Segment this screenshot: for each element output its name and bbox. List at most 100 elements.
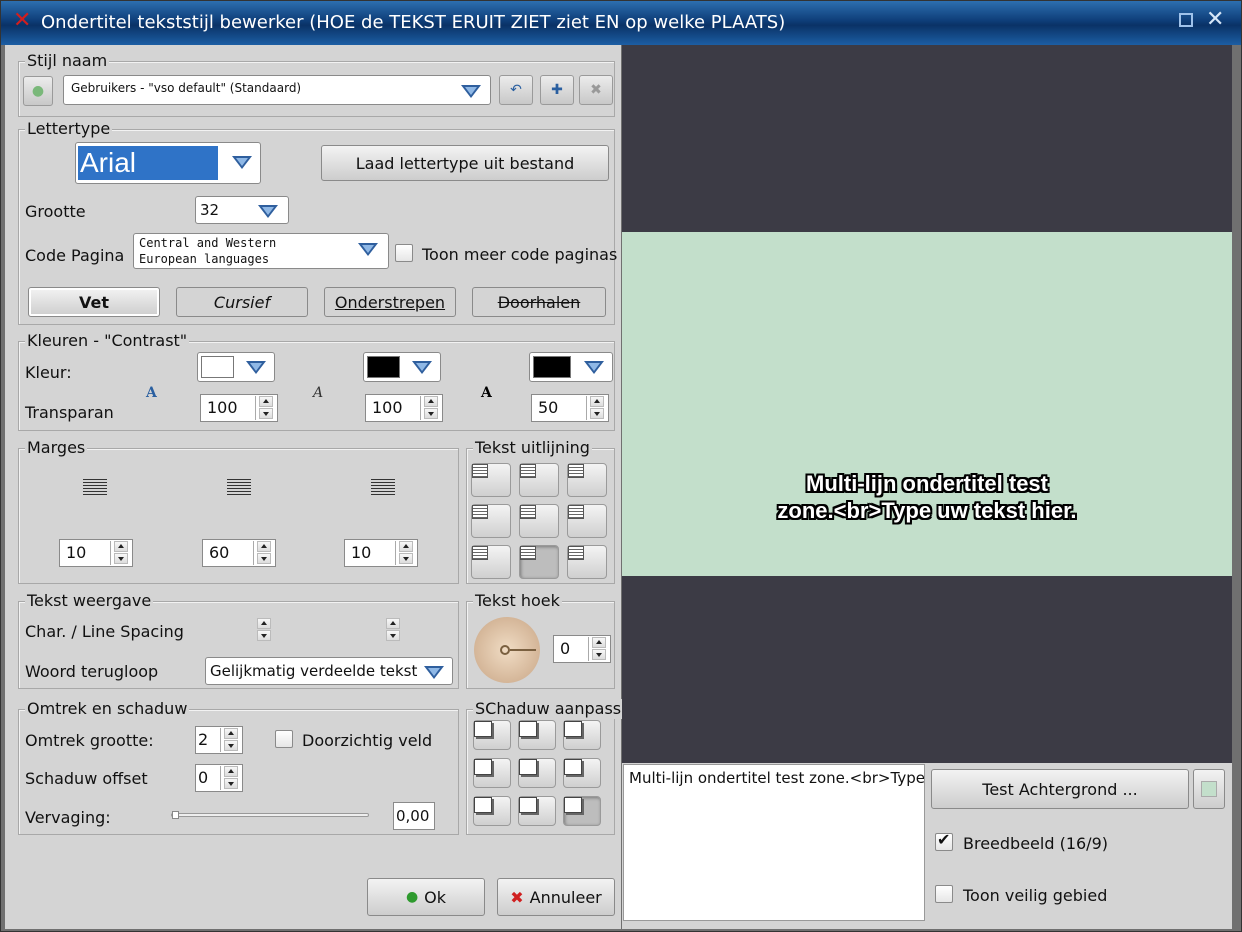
shadow-middle-right-button[interactable]	[563, 758, 601, 788]
ok-label: Ok	[424, 887, 447, 907]
color-label: Kleur:	[25, 363, 72, 382]
right-margin-value: 10	[351, 543, 372, 562]
align-top-left-button[interactable]	[471, 463, 511, 497]
text-transparency-input[interactable]: 100	[200, 394, 278, 422]
angle-group: Tekst hoek 0	[466, 591, 615, 689]
shadow-transparency-value: 50	[538, 398, 559, 417]
maximize-icon[interactable]	[1179, 13, 1193, 27]
shadow-color-swatch	[533, 356, 571, 378]
shadow-middle-center-button[interactable]	[518, 758, 556, 788]
align-middle-left-button[interactable]	[471, 504, 511, 538]
align-bottom-center-button[interactable]	[519, 545, 559, 579]
outline-size-input[interactable]: 2	[195, 726, 243, 754]
chevron-down-icon	[583, 360, 605, 376]
load-font-button[interactable]: Laad lettertype uit bestand	[321, 145, 609, 181]
transparent-field-checkbox[interactable]	[275, 730, 293, 748]
spin-buttons[interactable]	[395, 541, 415, 565]
shadow-offset-input[interactable]: 0	[195, 764, 243, 792]
codepage-select[interactable]: Central and Western European languages	[133, 233, 389, 269]
shadow-adjust-group: SChaduw aanpasse	[466, 699, 633, 835]
spin-buttons[interactable]	[255, 396, 275, 420]
font-size-label: Grootte	[25, 202, 86, 221]
wrap-label: Woord terugloop	[25, 662, 159, 681]
ok-button[interactable]: ● Ok	[367, 878, 485, 916]
underline-button[interactable]: Onderstrepen	[324, 287, 456, 317]
strikethrough-button[interactable]: Doorhalen	[472, 287, 606, 317]
outline-legend: Omtrek en schaduw	[25, 699, 190, 719]
text-color-select[interactable]	[197, 352, 275, 382]
blur-slider-thumb[interactable]	[172, 811, 179, 819]
vertical-margin-input[interactable]: 60	[202, 539, 276, 567]
font-size-select[interactable]: 32	[195, 196, 289, 224]
align-middle-right-button[interactable]	[567, 504, 607, 538]
right-margin-input[interactable]: 10	[344, 539, 418, 567]
chevron-down-icon	[423, 665, 445, 681]
shadow-color-select[interactable]	[529, 352, 613, 382]
font-name: Arial	[78, 146, 218, 180]
shadow-transparency-input[interactable]: 50	[531, 394, 609, 422]
align-middle-center-button[interactable]	[519, 504, 559, 538]
bold-button[interactable]: Vet	[28, 287, 160, 317]
text-color-swatch	[201, 356, 234, 378]
spin-buttons[interactable]	[220, 728, 240, 752]
left-margin-input[interactable]: 10	[59, 539, 133, 567]
apply-style-icon[interactable]: ●	[23, 76, 53, 106]
shadow-offset-label: Schaduw offset	[25, 769, 148, 788]
blur-input[interactable]: 0,00	[393, 802, 435, 830]
codepage-label: Code Pagina	[25, 246, 125, 265]
spin-buttons[interactable]	[586, 396, 606, 420]
test-background-button[interactable]: Test Achtergrond ...	[931, 769, 1189, 809]
undo-style-icon[interactable]: ↶	[499, 75, 533, 105]
close-icon[interactable]: ✕	[1206, 7, 1224, 32]
outline-transparency-input[interactable]: 100	[365, 394, 443, 422]
align-bottom-right-button[interactable]	[567, 545, 607, 579]
alignment-legend: Tekst uitlijning	[473, 438, 592, 458]
angle-dial[interactable]	[474, 617, 540, 683]
shadow-middle-left-button[interactable]	[473, 758, 511, 788]
shadow-top-right-button[interactable]	[563, 720, 601, 750]
line-spacing-spin[interactable]	[383, 618, 403, 642]
spin-buttons[interactable]	[220, 766, 240, 790]
outline-size-value: 2	[198, 730, 209, 749]
background-color-swatch	[1201, 781, 1217, 797]
window-title: Ondertitel tekststijl bewerker (HOE de T…	[41, 12, 786, 33]
spin-buttons[interactable]	[588, 637, 608, 661]
background-color-button[interactable]	[1193, 769, 1225, 809]
text-fill-icon: A	[146, 385, 157, 401]
left-margin-icon	[83, 479, 107, 497]
shadow-bottom-left-button[interactable]	[473, 796, 511, 826]
preview-safe-zone: Multi-lijn ondertitel test zone.<br>Type…	[622, 232, 1232, 576]
shadow-bottom-center-button[interactable]	[518, 796, 556, 826]
align-top-center-button[interactable]	[519, 463, 559, 497]
spin-buttons[interactable]	[110, 541, 130, 565]
align-bottom-left-button[interactable]	[471, 545, 511, 579]
spin-buttons[interactable]	[253, 541, 273, 565]
preview-text-input[interactable]: Multi-lijn ondertitel test zone.<br>Type…	[623, 764, 925, 921]
spacing-label: Char. / Line Spacing	[25, 622, 184, 641]
style-name-legend: Stijl naam	[25, 51, 110, 71]
blur-slider[interactable]	[171, 811, 369, 819]
delete-style-icon[interactable]: ✖	[579, 75, 613, 105]
safe-area-checkbox[interactable]	[935, 885, 953, 903]
cancel-label: Annuleer	[529, 887, 602, 907]
cancel-button[interactable]: ✖ Annuleer	[497, 878, 615, 916]
shadow-top-center-button[interactable]	[518, 720, 556, 750]
angle-input[interactable]: 0	[553, 635, 611, 663]
spin-buttons[interactable]	[420, 396, 440, 420]
wrap-select[interactable]: Gelijkmatig verdeelde tekst	[205, 657, 453, 685]
shadow-bottom-right-button[interactable]	[563, 796, 601, 826]
vertical-margin-value: 60	[209, 543, 230, 562]
more-codepages-checkbox[interactable]	[395, 244, 413, 262]
bottom-margin-icon	[227, 479, 251, 497]
text-display-group: Tekst weergave Char. / Line Spacing Woor…	[18, 591, 459, 689]
widescreen-checkbox[interactable]: ✔	[935, 830, 953, 851]
align-top-right-button[interactable]	[567, 463, 607, 497]
add-style-icon[interactable]: ✚	[540, 75, 574, 105]
style-name-select[interactable]: Gebruikers - "vso default" (Standaard)	[63, 75, 491, 105]
outline-color-select[interactable]	[363, 352, 441, 382]
font-select[interactable]: Arial	[75, 142, 261, 184]
italic-button[interactable]: Cursief	[176, 287, 308, 317]
shadow-top-left-button[interactable]	[473, 720, 511, 750]
char-spacing-spin[interactable]	[254, 618, 274, 642]
shadow-letter-icon: A	[481, 385, 492, 401]
